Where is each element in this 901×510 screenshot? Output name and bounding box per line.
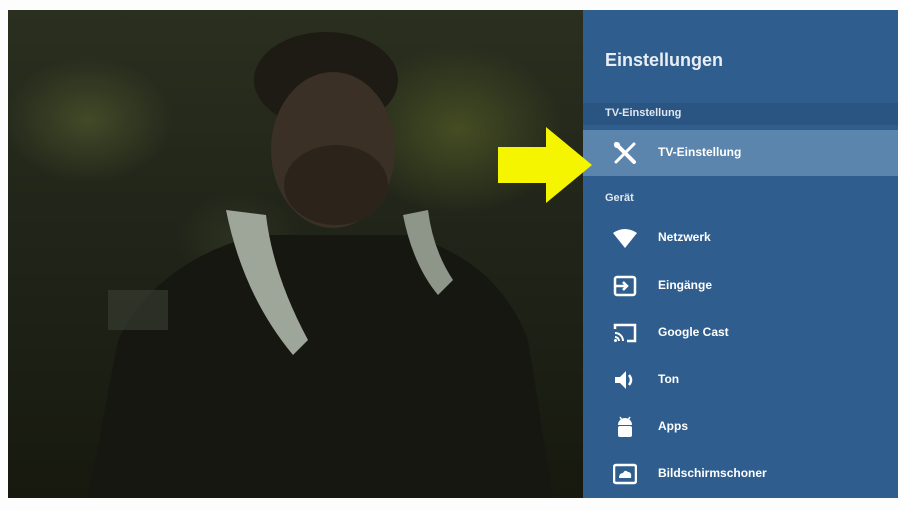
input-icon bbox=[613, 275, 637, 297]
section-label: Gerät bbox=[605, 192, 634, 204]
speaker-icon bbox=[615, 371, 633, 389]
cast-icon bbox=[613, 323, 637, 343]
menu-item-label: Bildschirmschoner bbox=[658, 466, 767, 480]
settings-panel: Einstellungen TV-Einstellung TV-Einstell… bbox=[583, 10, 898, 498]
tools-icon bbox=[614, 142, 636, 164]
person-silhouette bbox=[88, 32, 553, 498]
page-title: Einstellungen bbox=[605, 50, 724, 70]
menu-item-label: Eingänge bbox=[658, 278, 713, 292]
menu-item-netzwerk[interactable]: Netzwerk bbox=[583, 215, 898, 261]
menu-item-label: Ton bbox=[658, 372, 680, 386]
menu-item-google-cast[interactable]: Google Cast bbox=[583, 310, 898, 356]
menu-item-eingaenge[interactable]: Eingänge bbox=[583, 263, 898, 309]
android-icon bbox=[618, 416, 632, 437]
tv-screen: Einstellungen TV-Einstellung TV-Einstell… bbox=[8, 10, 898, 498]
section-label: TV-Einstellung bbox=[605, 107, 682, 119]
video-background bbox=[8, 10, 583, 498]
wifi-icon bbox=[613, 229, 637, 248]
section-header-tv: TV-Einstellung bbox=[583, 103, 898, 125]
menu-item-label: Apps bbox=[658, 419, 688, 433]
menu-item-apps[interactable]: Apps bbox=[583, 404, 898, 450]
menu-item-bildschirmschoner[interactable]: Bildschirmschoner bbox=[583, 451, 898, 497]
menu-item-ton[interactable]: Ton bbox=[583, 357, 898, 403]
menu-item-label: TV-Einstellung bbox=[658, 145, 742, 159]
screensaver-icon bbox=[613, 463, 637, 485]
section-header-geraet: Gerät bbox=[583, 188, 898, 210]
menu-item-tv-einstellung[interactable]: TV-Einstellung bbox=[583, 130, 898, 176]
menu-item-label: Netzwerk bbox=[658, 230, 711, 244]
menu-item-label: Google Cast bbox=[658, 325, 729, 339]
photo-frame: Einstellungen TV-Einstellung TV-Einstell… bbox=[0, 0, 901, 510]
arrow-pointer-icon bbox=[498, 127, 592, 203]
